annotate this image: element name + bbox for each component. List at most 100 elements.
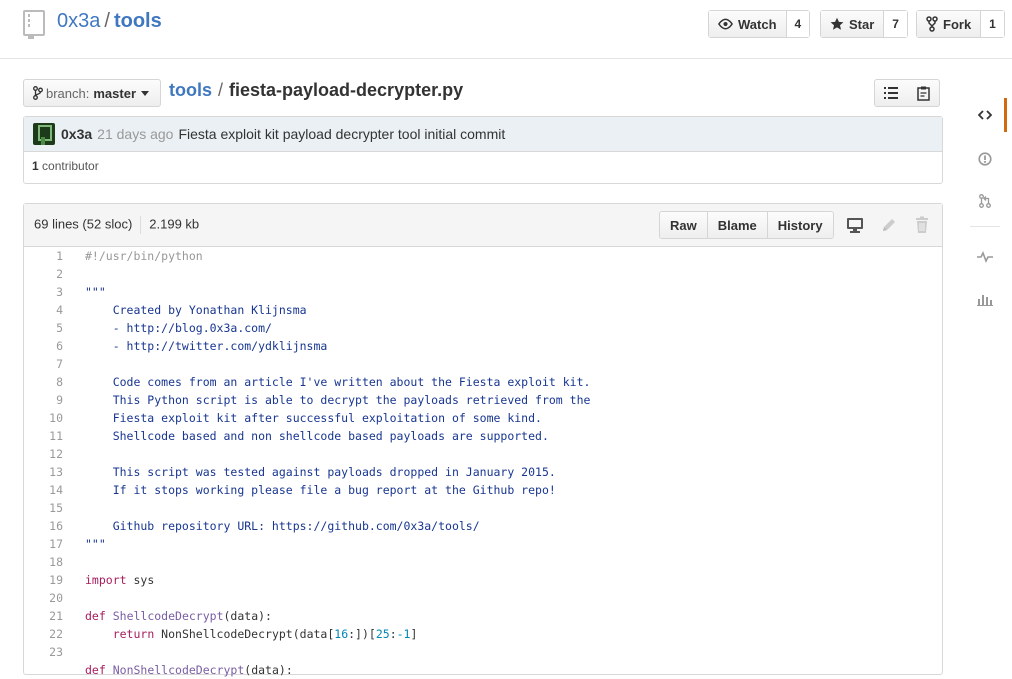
code-line: 19 import sys [24,571,942,589]
function-name-token: ShellcodeDecrypt [112,609,224,623]
watch-button[interactable]: Watch [709,11,787,37]
code-line: 15 [24,499,942,517]
line-number[interactable]: 14 [24,481,63,499]
pull-request-icon [979,194,991,208]
code-line: 12 [24,445,942,463]
line-number[interactable]: 20 [24,589,63,607]
code-line: 22 return NonShellcodeDecrypt(data[16:])… [24,625,942,643]
file-viewer: 69 lines (52 sloc) 2.199 kb Raw Blame His… [23,203,943,677]
breadcrumb: tools / fiesta-payload-decrypter.py [169,80,463,101]
blame-button[interactable]: Blame [707,212,768,238]
line-number[interactable]: 21 [24,607,63,625]
avatar[interactable] [33,123,55,145]
history-button[interactable]: History [767,212,833,238]
code-line: 11 Shellcode based and non shellcode bas… [24,427,942,445]
star-button[interactable]: Star [821,11,885,37]
code-text: #!/usr/bin/python [85,249,203,263]
line-number[interactable]: 16 [24,517,63,535]
line-number[interactable] [24,661,63,679]
repo-owner-link[interactable]: 0x3a [57,10,100,32]
fork-label: Fork [943,16,972,32]
trash-icon[interactable] [913,216,931,234]
line-number[interactable]: 13 [24,463,63,481]
code-line: 9 This Python script is able to decrypt … [24,391,942,409]
line-number[interactable]: 17 [24,535,63,553]
file-actions: Raw Blame History [659,211,834,239]
repo-icon [23,10,45,39]
commit-time: 21 days ago [97,126,174,142]
code-text: return NonShellcodeDecrypt(data[16:])[25… [63,625,418,643]
line-number[interactable]: 6 [24,337,63,355]
line-number[interactable]: 11 [24,427,63,445]
line-number[interactable]: 19 [24,571,63,589]
contributors-label: contributor [42,159,99,173]
line-number[interactable]: 23 [24,643,63,661]
copy-path-button[interactable] [907,79,940,107]
code-token: :])[ [348,627,376,641]
line-number[interactable]: 4 [24,301,63,319]
keyword-token: return [112,627,155,641]
code-token: (data): [223,609,272,623]
issue-icon [978,152,992,166]
sidenav-code[interactable] [966,98,1007,132]
contributors-summary[interactable]: 1 contributor [24,152,942,173]
raw-button[interactable]: Raw [660,212,708,238]
breadcrumb-root-link[interactable]: tools [169,80,212,100]
commit-author-link[interactable]: 0x3a [61,126,92,142]
line-number[interactable]: 22 [24,625,63,643]
keyword-token: import [85,573,127,587]
breadcrumb-file: fiesta-payload-decrypter.py [229,80,464,100]
chevron-down-icon [141,90,150,96]
code-text: This Python script is able to decrypt th… [85,393,591,407]
watch-label: Watch [738,16,777,32]
repo-name-link[interactable]: tools [114,10,162,32]
sidenav-issues[interactable] [966,142,1004,176]
code-line: 23 [24,643,942,661]
line-number[interactable]: 3 [24,283,63,301]
branch-selector[interactable]: branch: master [23,79,161,107]
code-line: 18 [24,553,942,571]
sidenav-pulse[interactable] [966,240,1004,274]
number-token: 25 [375,627,390,641]
file-size: 2.199 kb [149,216,200,232]
code-text: """ [85,285,106,299]
line-number[interactable]: 5 [24,319,63,337]
function-name-token: NonShellcodeDecrypt [112,663,245,677]
line-number[interactable]: 10 [24,409,63,427]
keyword-token: def [85,663,106,677]
line-number[interactable]: 12 [24,445,63,463]
keyword-token: def [85,609,106,623]
code-line: 13 This script was tested against payloa… [24,463,942,481]
desktop-icon[interactable] [846,216,864,234]
fork-button[interactable]: Fork [917,11,982,37]
code-line: 21 def ShellcodeDecrypt(data): [24,607,942,625]
line-number[interactable]: 8 [24,373,63,391]
line-number[interactable]: 18 [24,553,63,571]
watch-count[interactable]: 4 [786,11,810,37]
sidenav-pull-requests[interactable] [966,184,1004,218]
code-line: 5 - http://blog.0x3a.com/ [24,319,942,337]
graph-icon [977,295,993,306]
fork-control: Fork 1 [916,10,1005,38]
fork-count[interactable]: 1 [981,11,1004,37]
repo-title: 0x3a / tools [57,10,162,33]
line-number[interactable]: 9 [24,391,63,409]
pencil-icon[interactable] [880,216,898,234]
number-token: -1 [396,627,411,641]
code-line: 3 """ [24,283,942,301]
line-number[interactable]: 7 [24,355,63,373]
star-count[interactable]: 7 [884,11,907,37]
line-number[interactable]: 2 [24,265,63,283]
code-token: sys [126,573,155,587]
sidenav-graphs[interactable] [966,282,1004,316]
line-number[interactable]: 15 [24,499,63,517]
line-number[interactable]: 1 [24,247,63,265]
file-header: 69 lines (52 sloc) 2.199 kb Raw Blame His… [24,204,942,247]
file-list-button[interactable] [874,79,908,107]
code-line: 1 #!/usr/bin/python [24,247,942,265]
code-line: 7 [24,355,942,373]
commit-message-link[interactable]: Fiesta exploit kit payload decrypter too… [178,126,505,142]
